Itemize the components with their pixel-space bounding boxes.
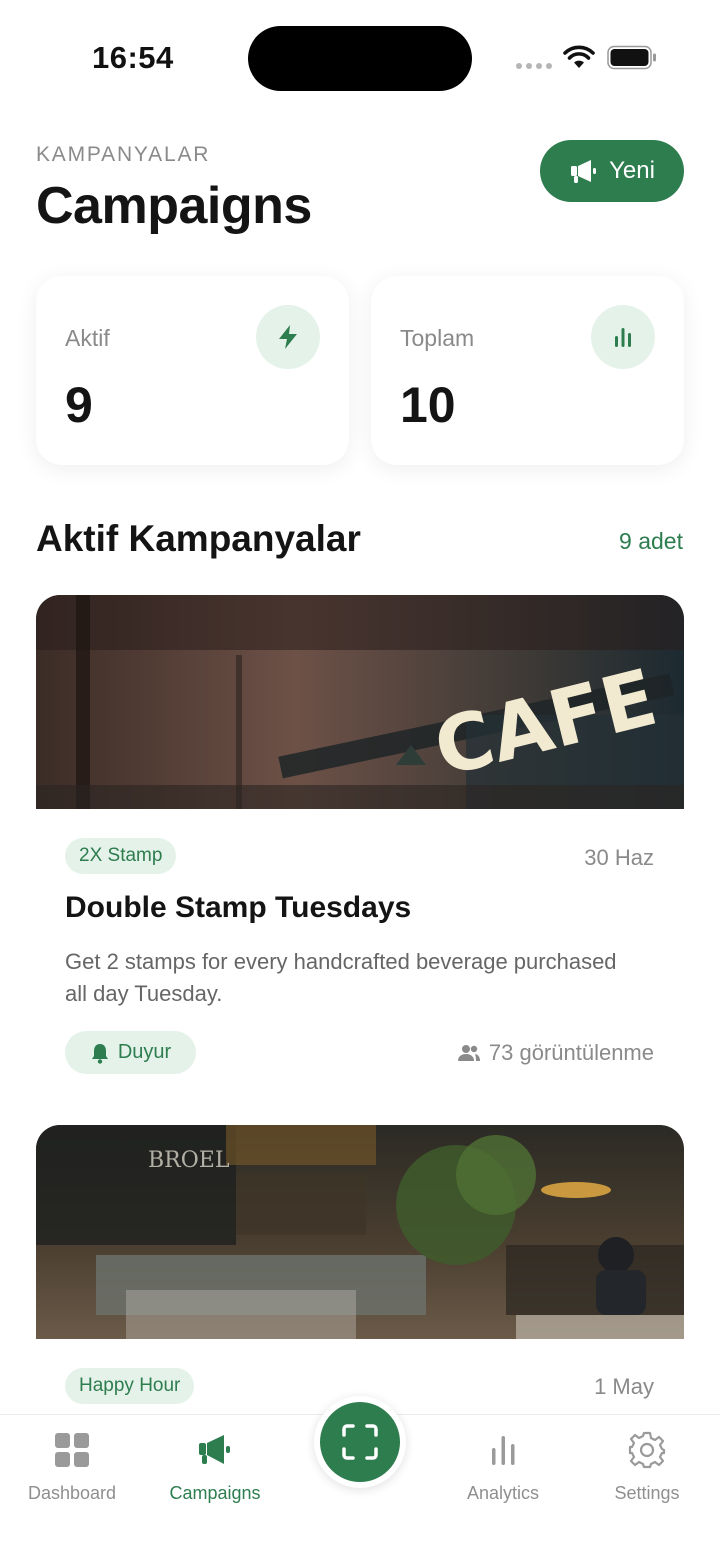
tab-campaigns[interactable]: Campaigns bbox=[150, 1431, 280, 1504]
announce-button[interactable]: Duyur bbox=[65, 1031, 196, 1074]
tab-analytics[interactable]: Analytics bbox=[438, 1431, 568, 1504]
campaign-image[interactable]: CAFE bbox=[36, 595, 684, 809]
campaign-tag: 2X Stamp bbox=[65, 838, 177, 874]
wifi-icon bbox=[563, 45, 595, 68]
tab-label: Analytics bbox=[466, 1483, 540, 1503]
stat-card-active: Aktif 9 bbox=[36, 276, 349, 465]
campaign-image[interactable]: BROEL bbox=[36, 1125, 684, 1339]
tab-settings[interactable]: Settings bbox=[582, 1431, 712, 1504]
bar-chart-icon bbox=[591, 305, 655, 369]
bolt-icon bbox=[256, 305, 320, 369]
stat-label: Aktif bbox=[65, 325, 110, 351]
cellular-signal-icon bbox=[516, 63, 552, 69]
campaign-date: 1 May bbox=[594, 1374, 654, 1399]
campaign-title[interactable]: Double Stamp Tuesdays bbox=[65, 891, 411, 925]
page-title: Campaigns bbox=[36, 177, 312, 235]
campaign-tag: Happy Hour bbox=[65, 1368, 195, 1404]
page-eyebrow: KAMPANYALAR bbox=[36, 143, 211, 166]
campaign-date: 30 Haz bbox=[584, 845, 654, 870]
stat-value: 10 bbox=[400, 377, 456, 433]
scan-icon bbox=[342, 1424, 378, 1460]
status-bar: 16:54 bbox=[0, 0, 720, 110]
stat-card-total: Toplam 10 bbox=[371, 276, 684, 465]
new-campaign-button[interactable]: Yeni bbox=[540, 140, 684, 202]
dynamic-island bbox=[248, 26, 472, 91]
status-time: 16:54 bbox=[92, 40, 174, 75]
battery-icon bbox=[607, 45, 656, 70]
tab-label: Dashboard bbox=[27, 1483, 117, 1503]
tab-label: Settings bbox=[614, 1483, 680, 1503]
bar-chart-icon bbox=[492, 1436, 515, 1465]
campaign-description: Get 2 stamps for every handcrafted bever… bbox=[65, 949, 617, 1006]
cafe-chalkboard-text: BROEL bbox=[148, 1148, 230, 1173]
grid-icon bbox=[55, 1433, 89, 1467]
view-count: 73 görüntülenme bbox=[457, 1040, 654, 1066]
bell-icon bbox=[91, 1043, 108, 1064]
tab-label: Campaigns bbox=[169, 1483, 261, 1503]
announce-label: Duyur bbox=[117, 1041, 172, 1063]
tab-dashboard[interactable]: Dashboard bbox=[7, 1431, 137, 1504]
gear-icon bbox=[628, 1431, 666, 1469]
megaphone-icon bbox=[571, 160, 597, 183]
new-campaign-label: Yeni bbox=[609, 157, 655, 184]
people-icon bbox=[457, 1045, 480, 1061]
megaphone-icon bbox=[199, 1435, 230, 1464]
section-count[interactable]: 9 adet bbox=[619, 528, 683, 555]
view-count-text: 73 görüntülenme bbox=[488, 1040, 654, 1065]
stat-label: Toplam bbox=[400, 325, 475, 351]
stat-value: 9 bbox=[65, 377, 93, 433]
section-title: Aktif Kampanyalar bbox=[36, 518, 361, 559]
scan-button[interactable] bbox=[314, 1396, 406, 1488]
